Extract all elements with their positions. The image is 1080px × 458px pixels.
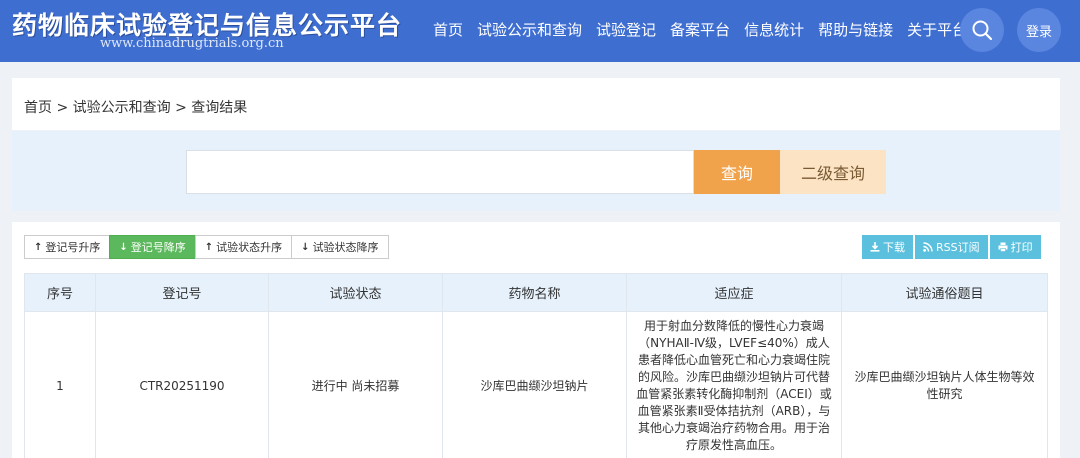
arrow-down-icon: ↓	[119, 241, 128, 253]
sort-regno-desc-button[interactable]: ↓ 登记号降序	[109, 235, 196, 259]
site-url: www.chinadrugtrials.org.cn	[100, 36, 284, 51]
main-nav: 首页 试验公示和查询 试验登记 备案平台 信息统计 帮助与链接 关于平台	[433, 19, 981, 40]
print-button[interactable]: 打印	[989, 235, 1041, 259]
cell-reg-no[interactable]: CTR20251190	[95, 311, 269, 458]
sort-status-desc-button[interactable]: ↓ 试验状态降序	[291, 235, 389, 259]
sort-status-asc-button[interactable]: ↑ 试验状态升序	[194, 235, 293, 259]
results-card: ↑ 登记号升序 ↓ 登记号降序 ↑ 试验状态升序 ↓ 试验状态降序 下载 RSS…	[12, 222, 1060, 458]
search-icon	[972, 20, 993, 41]
cell-indication: 用于射血分数降低的慢性心力衰竭（NYHAⅡ-Ⅳ级，LVEF≤40%）成人患者降低…	[626, 311, 842, 458]
search-input[interactable]	[186, 150, 694, 194]
action-button-group: 下载 RSS订阅 打印	[862, 235, 1041, 259]
download-icon	[870, 242, 880, 252]
cell-index: 1	[24, 311, 96, 458]
nav-item-stats[interactable]: 信息统计	[744, 19, 804, 40]
col-header-title: 试验通俗题目	[841, 273, 1048, 312]
arrow-up-icon: ↑	[204, 241, 214, 253]
sort-label: 试验状态升序	[216, 241, 283, 254]
print-icon	[998, 242, 1008, 252]
search-button[interactable]: 查询	[694, 150, 780, 194]
nav-item-home[interactable]: 首页	[433, 19, 463, 40]
nav-item-trial-register[interactable]: 试验登记	[596, 19, 656, 40]
top-header: 药物临床试验登记与信息公示平台 www.chinadrugtrials.org.…	[0, 0, 1080, 62]
nav-item-help[interactable]: 帮助与链接	[818, 19, 893, 40]
sort-label: 登记号升序	[45, 241, 101, 254]
breadcrumb-card: 首页 > 试验公示和查询 > 查询结果	[12, 78, 1060, 130]
table-row[interactable]: 1 CTR20251190 进行中 尚未招募 沙库巴曲缬沙坦钠片 用于射血分数降…	[24, 311, 1048, 458]
nav-item-about[interactable]: 关于平台	[907, 19, 967, 40]
results-table: 序号 登记号 试验状态 药物名称 适应症 试验通俗题目 1 CTR2025119…	[24, 273, 1048, 458]
download-button[interactable]: 下载	[862, 235, 913, 259]
table-header-row: 序号 登记号 试验状态 药物名称 适应症 试验通俗题目	[24, 273, 1048, 312]
cell-title: 沙库巴曲缬沙坦钠片人体生物等效性研究	[841, 311, 1048, 458]
print-label: 打印	[1010, 241, 1033, 254]
cell-status: 进行中 尚未招募	[268, 311, 443, 458]
arrow-up-icon: ↑	[34, 241, 43, 253]
sort-label: 试验状态降序	[312, 241, 379, 254]
sort-button-group: ↑ 登记号升序 ↓ 登记号降序 ↑ 试验状态升序 ↓ 试验状态降序	[24, 235, 389, 259]
col-header-indication: 适应症	[626, 273, 842, 312]
rss-label: RSS订阅	[936, 241, 980, 254]
col-header-index: 序号	[24, 273, 96, 312]
search-band: 查询 二级查询	[12, 131, 1060, 211]
rss-button[interactable]: RSS订阅	[915, 235, 988, 259]
cell-drug: 沙库巴曲缬沙坦钠片	[442, 311, 627, 458]
nav-item-trial-query[interactable]: 试验公示和查询	[477, 19, 582, 40]
col-header-status: 试验状态	[268, 273, 443, 312]
col-header-reg-no: 登记号	[95, 273, 269, 312]
download-label: 下载	[883, 241, 905, 254]
nav-item-filing[interactable]: 备案平台	[670, 19, 730, 40]
arrow-down-icon: ↓	[301, 241, 310, 253]
advanced-search-button[interactable]: 二级查询	[780, 150, 886, 194]
breadcrumb[interactable]: 首页 > 试验公示和查询 > 查询结果	[24, 97, 247, 117]
login-button[interactable]: 登录	[1017, 8, 1061, 52]
rss-icon	[923, 242, 933, 252]
sort-label: 登记号降序	[130, 241, 186, 254]
header-search-button[interactable]	[960, 8, 1004, 52]
sort-regno-asc-button[interactable]: ↑ 登记号升序	[24, 235, 111, 259]
col-header-drug: 药物名称	[442, 273, 627, 312]
